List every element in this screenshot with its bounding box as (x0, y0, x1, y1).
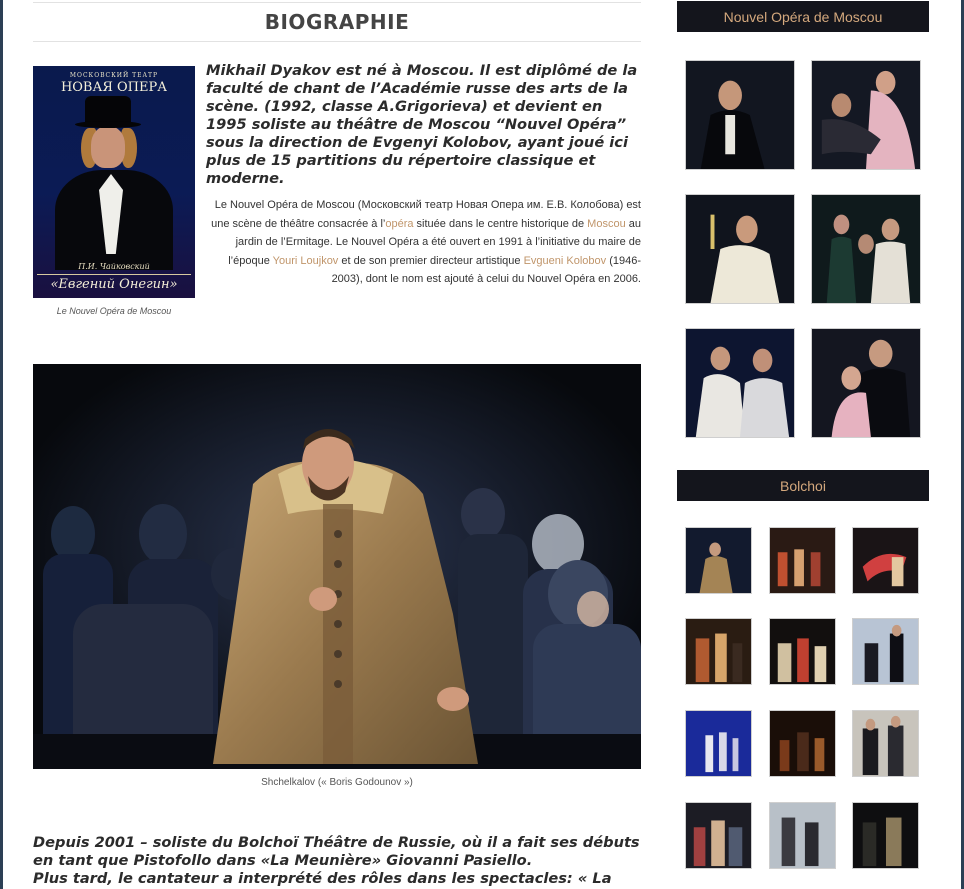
gallery-thumb[interactable] (685, 328, 795, 438)
gallery-thumb[interactable] (852, 527, 919, 594)
poster-top-hat (85, 96, 131, 124)
gallery-thumb[interactable] (685, 618, 752, 685)
hero-caption: Shchelkalov (« Boris Godounov ») (261, 777, 413, 788)
hero-photo[interactable] (33, 364, 641, 769)
gallery-thumb[interactable] (769, 618, 836, 685)
gallery-thumb[interactable] (852, 802, 919, 869)
thumb-image (853, 528, 918, 593)
gallery-thumb[interactable] (685, 194, 795, 304)
gallery-thumb[interactable] (852, 618, 919, 685)
link-kolobov[interactable]: Evgueni Kolobov (524, 255, 607, 267)
gallery-thumb[interactable] (811, 194, 921, 304)
widget-title-nouvel-opera: Nouvel Opéra de Moscou (677, 1, 929, 32)
thumb-image (812, 195, 920, 303)
thumb-image (770, 619, 835, 684)
thumb-image (853, 803, 918, 868)
thumb-image (812, 61, 920, 169)
link-moscou[interactable]: Moscou (587, 218, 626, 230)
gallery-thumb[interactable] (811, 60, 921, 170)
poster-image[interactable]: МОСКОВСКИЙ ТЕАТР НОВАЯ ОПЕРА П.И. Чайков… (33, 66, 195, 298)
thumb-image (686, 329, 794, 437)
page-title: BIOGRAPHIE (264, 10, 410, 34)
gallery-thumb[interactable] (769, 710, 836, 777)
thumb-image (812, 329, 920, 437)
poster-caption: Le Nouvel Opéra de Moscou (56, 306, 172, 316)
bolshoi-bio-text: Depuis 2001 – soliste du Bolchoï Théâtre… (33, 834, 653, 889)
page-frame-left (0, 0, 3, 889)
gallery-thumb[interactable] (769, 802, 836, 869)
poster-opera-title: «Евгений Онегин» (37, 274, 191, 292)
thumb-image (770, 803, 835, 868)
thumb-image (686, 803, 751, 868)
hero-photo-illustration (33, 364, 641, 769)
gallery-thumb[interactable] (769, 527, 836, 594)
desc-text-2: située dans le centre historique de (413, 217, 588, 230)
main-content: BIOGRAPHIE МОСКОВСКИЙ ТЕАТР НОВАЯ ОПЕРА … (33, 0, 641, 316)
widget-title-bolchoi: Bolchoi (677, 470, 929, 501)
gallery-thumb[interactable] (685, 710, 752, 777)
thumb-image (770, 711, 835, 776)
thumb-image (686, 619, 751, 684)
gallery-thumb[interactable] (685, 802, 752, 869)
link-opera[interactable]: opéra (385, 218, 413, 230)
intro-lead: Mikhail Dyakov est né à Moscou. Il est d… (206, 62, 638, 187)
bio-paragraph-2: Plus tard, le cantateur a interprété des… (33, 870, 612, 889)
page-title-bar: BIOGRAPHIE (33, 2, 641, 42)
bio-paragraph-1: Depuis 2001 – soliste du Bolchoï Théâtre… (33, 834, 640, 869)
thumb-image (853, 619, 918, 684)
intro-description: Le Nouvel Opéra de Moscou (Московский те… (206, 196, 641, 289)
poster-face (91, 126, 125, 168)
gallery-thumb[interactable] (685, 60, 795, 170)
thumb-image (686, 711, 751, 776)
thumb-image (853, 711, 918, 776)
thumb-image (686, 528, 751, 593)
poster-composer: П.И. Чайковский (78, 262, 150, 271)
thumb-image (770, 528, 835, 593)
thumb-image (686, 195, 794, 303)
gallery-thumb[interactable] (685, 527, 752, 594)
thumb-image (686, 61, 794, 169)
desc-text-4: et de son premier directeur artistique (338, 254, 524, 267)
poster-theatre-line: МОСКОВСКИЙ ТЕАТР (69, 72, 159, 79)
gallery-thumb[interactable] (852, 710, 919, 777)
poster-theatre-title: НОВАЯ ОПЕРА (60, 80, 168, 95)
poster-hat-brim (75, 121, 141, 128)
link-loujkov[interactable]: Youri Loujkov (273, 255, 339, 267)
gallery-thumb[interactable] (811, 328, 921, 438)
